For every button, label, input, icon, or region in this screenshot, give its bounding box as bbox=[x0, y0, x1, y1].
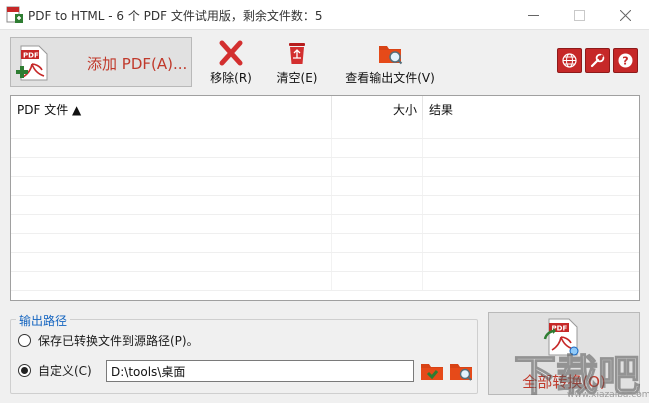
custom-path-radio[interactable] bbox=[18, 364, 31, 377]
view-output-label: 查看输出文件(V) bbox=[345, 71, 435, 85]
add-pdf-label: 添加 PDF(A)... bbox=[87, 55, 188, 73]
remove-x-icon bbox=[219, 40, 243, 66]
close-button[interactable] bbox=[602, 0, 648, 30]
minimize-button[interactable] bbox=[510, 0, 556, 30]
empty-row bbox=[11, 234, 639, 253]
clear-label: 清空(E) bbox=[276, 71, 318, 85]
column-divider bbox=[331, 96, 332, 120]
help-button[interactable]: ? bbox=[613, 48, 638, 73]
svg-text:PDF: PDF bbox=[23, 52, 39, 60]
window-title: PDF to HTML - 6 个 PDF 文件试用版，剩余文件数：5 bbox=[28, 9, 323, 23]
empty-row bbox=[11, 196, 639, 215]
file-list[interactable]: PDF 文件 ▲ 大小 结果 bbox=[10, 95, 640, 301]
folder-search-icon bbox=[379, 46, 403, 65]
close-icon bbox=[619, 9, 631, 21]
open-output-folder-button[interactable] bbox=[449, 360, 473, 382]
custom-path-option[interactable]: 自定义(C) bbox=[18, 362, 92, 379]
column-result[interactable]: 结果 bbox=[429, 101, 453, 118]
save-to-source-label: 保存已转换文件到源路径(P)。 bbox=[38, 334, 199, 348]
minimize-icon bbox=[527, 14, 539, 16]
custom-path-label: 自定义(C) bbox=[38, 364, 92, 378]
website-button[interactable] bbox=[557, 48, 582, 73]
clear-button[interactable]: 清空(E) bbox=[274, 40, 320, 86]
empty-row bbox=[11, 120, 639, 139]
empty-row bbox=[11, 158, 639, 177]
column-pdf-file[interactable]: PDF 文件 ▲ bbox=[17, 101, 81, 118]
settings-button[interactable] bbox=[585, 48, 610, 73]
title-bar: PDF to HTML - 6 个 PDF 文件试用版，剩余文件数：5 bbox=[0, 0, 649, 30]
add-pdf-button[interactable]: PDF 添加 PDF(A)... bbox=[10, 37, 192, 87]
output-path-input[interactable] bbox=[106, 360, 414, 382]
app-icon bbox=[6, 6, 23, 23]
wrench-icon bbox=[590, 53, 605, 68]
remove-button[interactable]: 移除(R) bbox=[208, 40, 254, 86]
output-path-legend: 输出路径 bbox=[16, 312, 71, 329]
maximize-icon bbox=[573, 9, 585, 21]
empty-row bbox=[11, 272, 639, 291]
file-list-rows bbox=[11, 120, 639, 291]
svg-text:?: ? bbox=[622, 55, 628, 68]
column-size[interactable]: 大小 bbox=[333, 101, 417, 118]
column-divider bbox=[422, 96, 423, 120]
watermark-url: www.xiazaiba.com bbox=[567, 390, 649, 400]
recycle-bin-icon bbox=[289, 43, 305, 64]
empty-row bbox=[11, 139, 639, 158]
empty-row bbox=[11, 253, 639, 272]
file-list-header: PDF 文件 ▲ 大小 结果 bbox=[11, 96, 639, 120]
empty-row bbox=[11, 215, 639, 234]
output-path-group bbox=[10, 319, 478, 394]
maximize-button[interactable] bbox=[556, 0, 602, 30]
add-pdf-icon: PDF bbox=[16, 45, 48, 81]
view-output-button[interactable]: 查看输出文件(V) bbox=[342, 40, 438, 86]
browse-folder-button[interactable] bbox=[420, 360, 444, 382]
save-to-source-option[interactable]: 保存已转换文件到源路径(P)。 bbox=[18, 332, 199, 349]
empty-row bbox=[11, 177, 639, 196]
help-icon: ? bbox=[618, 53, 633, 68]
save-to-source-radio[interactable] bbox=[18, 334, 31, 347]
remove-label: 移除(R) bbox=[210, 71, 252, 85]
globe-icon bbox=[562, 53, 577, 68]
